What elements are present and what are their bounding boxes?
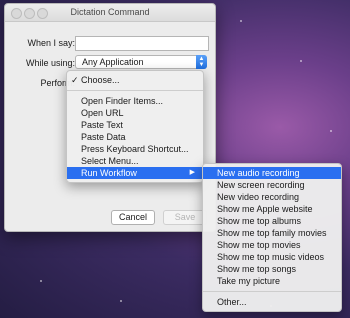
while-label: While using: — [25, 58, 75, 68]
menu-item-paste-data[interactable]: Paste Data — [67, 131, 203, 143]
window-title: Dictation Command — [70, 7, 150, 17]
menu-item-choose[interactable]: Choose... — [67, 74, 203, 86]
menu-separator — [203, 291, 341, 292]
workflow-item[interactable]: Show me top albums — [203, 215, 341, 227]
title-bar: Dictation Command — [5, 4, 215, 22]
perform-menu: Choose... Open Finder Items... Open URL … — [66, 70, 204, 183]
menu-separator — [67, 90, 203, 91]
when-label: When I say: — [27, 38, 75, 48]
menu-item-open-url[interactable]: Open URL — [67, 107, 203, 119]
save-button[interactable]: Save — [163, 210, 207, 225]
star — [120, 300, 122, 302]
menu-item-press-keyboard-shortcut[interactable]: Press Keyboard Shortcut... — [67, 143, 203, 155]
popup-arrows-icon: ▲ ▼ — [196, 55, 207, 69]
menu-item-select-menu[interactable]: Select Menu... — [67, 155, 203, 167]
workflow-item-other[interactable]: Other... — [203, 296, 341, 308]
cancel-button[interactable]: Cancel — [111, 210, 155, 225]
star — [330, 130, 332, 132]
star — [240, 20, 242, 22]
when-input[interactable] — [75, 36, 209, 51]
workflow-item[interactable]: Show me top movies — [203, 239, 341, 251]
while-popup-value: Any Application — [82, 57, 144, 67]
workflow-item[interactable]: Take my picture — [203, 275, 341, 287]
workflow-item[interactable]: Show me Apple website — [203, 203, 341, 215]
workflow-item[interactable]: New screen recording — [203, 179, 341, 191]
menu-item-open-finder-items[interactable]: Open Finder Items... — [67, 95, 203, 107]
star — [40, 280, 42, 282]
workflow-submenu: New audio recording New screen recording… — [202, 163, 342, 312]
menu-item-run-workflow-label: Run Workflow — [81, 168, 137, 178]
while-popup[interactable]: Any Application ▲ ▼ — [75, 55, 207, 69]
menu-item-paste-text[interactable]: Paste Text — [67, 119, 203, 131]
menu-item-run-workflow[interactable]: Run Workflow ▶ — [67, 167, 203, 179]
workflow-item[interactable]: New audio recording — [203, 167, 341, 179]
submenu-arrow-icon: ▶ — [189, 169, 195, 176]
star — [300, 60, 302, 62]
workflow-item[interactable]: Show me top songs — [203, 263, 341, 275]
workflow-item[interactable]: Show me top family movies — [203, 227, 341, 239]
workflow-item[interactable]: New video recording — [203, 191, 341, 203]
workflow-item[interactable]: Show me top music videos — [203, 251, 341, 263]
